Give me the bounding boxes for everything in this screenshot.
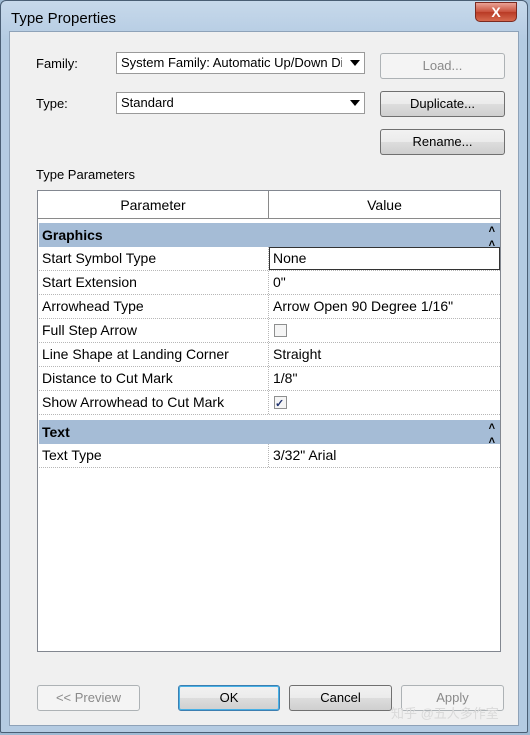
rename-button[interactable]: Rename... xyxy=(380,129,505,155)
table-row[interactable]: Start Extension 0" xyxy=(39,271,500,295)
table-row[interactable]: Start Symbol Type None xyxy=(39,247,500,271)
duplicate-button[interactable]: Duplicate... xyxy=(380,91,505,117)
table-row[interactable]: Arrowhead Type Arrow Open 90 Degree 1/16… xyxy=(39,295,500,319)
watermark: 知乎 @五人多作室 xyxy=(391,706,499,721)
load-button[interactable]: Load... xyxy=(380,53,505,79)
chevron-down-icon xyxy=(350,60,360,66)
cancel-button[interactable]: Cancel xyxy=(289,685,392,711)
family-value: System Family: Automatic Up/Down Di xyxy=(121,55,342,70)
parameter-name: Distance to Cut Mark xyxy=(39,367,269,390)
parameters-table: Parameter Value Graphics ˄ ˄ Start Symbol… xyxy=(37,190,501,652)
table-row[interactable]: Line Shape at Landing Corner Straight xyxy=(39,343,500,367)
group-header-graphics[interactable]: Graphics ˄ ˄ xyxy=(39,223,500,250)
dialog-body: Family: System Family: Automatic Up/Down… xyxy=(9,31,519,726)
column-header-value[interactable]: Value xyxy=(269,191,500,219)
full-step-arrow-checkbox[interactable] xyxy=(274,323,287,337)
group-label: Text xyxy=(42,424,70,440)
parameter-value xyxy=(269,319,500,342)
close-icon: X xyxy=(491,4,501,20)
type-value: Standard xyxy=(121,95,174,110)
family-label: Family: xyxy=(36,56,78,71)
parameter-value[interactable]: 0" xyxy=(269,271,500,294)
chevron-down-icon xyxy=(350,100,360,106)
parameter-value xyxy=(269,391,500,414)
column-header-parameter[interactable]: Parameter xyxy=(38,191,269,219)
preview-button[interactable]: << Preview xyxy=(37,685,140,711)
group-header-text[interactable]: Text ˄ ˄ xyxy=(39,420,500,447)
type-dropdown[interactable]: Standard xyxy=(116,92,365,114)
parameter-name: Line Shape at Landing Corner xyxy=(39,343,269,366)
type-parameters-title: Type Parameters xyxy=(36,167,135,182)
parameter-value[interactable]: Straight xyxy=(269,343,500,366)
group-label: Graphics xyxy=(42,227,103,243)
parameter-value[interactable]: None xyxy=(269,247,500,270)
parameter-name: Show Arrowhead to Cut Mark xyxy=(39,391,269,414)
dialog-title: Type Properties xyxy=(11,10,117,27)
parameter-name: Start Symbol Type xyxy=(39,247,269,270)
family-dropdown[interactable]: System Family: Automatic Up/Down Di xyxy=(116,52,365,74)
close-button[interactable]: X xyxy=(475,2,517,22)
table-row[interactable]: Text Type 3/32" Arial xyxy=(39,444,500,468)
type-properties-dialog: Type Properties X Family: System Family:… xyxy=(0,0,528,733)
parameter-name: Start Extension xyxy=(39,271,269,294)
parameter-value[interactable]: 3/32" Arial xyxy=(269,444,500,467)
ok-button[interactable]: OK xyxy=(178,685,280,711)
table-row[interactable]: Full Step Arrow xyxy=(39,319,500,343)
parameter-name: Text Type xyxy=(39,444,269,467)
parameter-name: Arrowhead Type xyxy=(39,295,269,318)
type-label: Type: xyxy=(36,96,68,111)
parameter-value[interactable]: 1/8" xyxy=(269,367,500,390)
parameter-name: Full Step Arrow xyxy=(39,319,269,342)
table-row[interactable]: Show Arrowhead to Cut Mark xyxy=(39,391,500,415)
show-arrowhead-checkbox[interactable] xyxy=(274,393,287,414)
parameter-value[interactable]: Arrow Open 90 Degree 1/16" xyxy=(269,295,500,318)
table-row[interactable]: Distance to Cut Mark 1/8" xyxy=(39,367,500,391)
